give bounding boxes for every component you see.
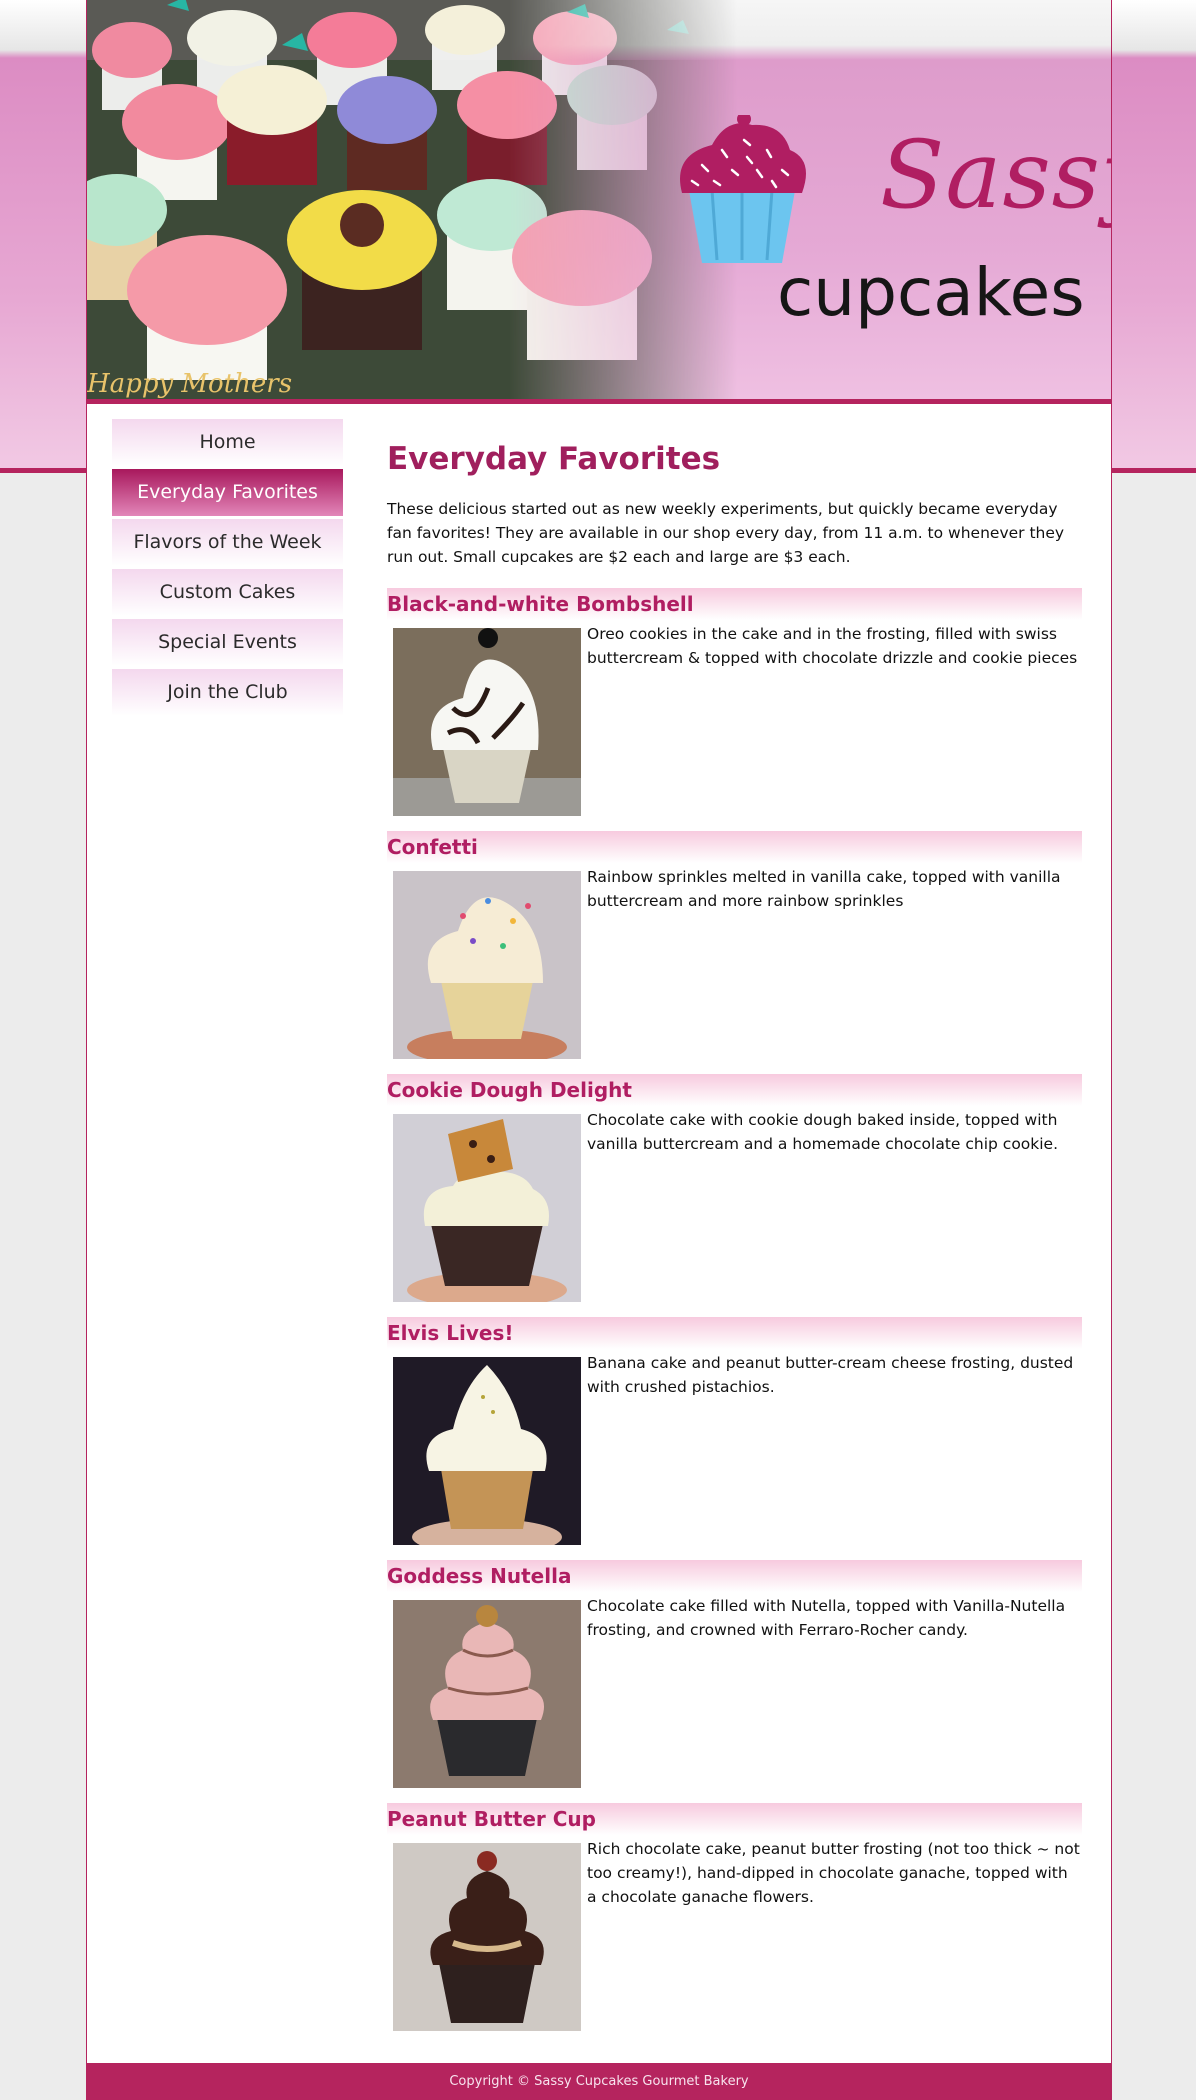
- logo-script-text: Sassy: [880, 121, 1111, 230]
- nav-item-flavors-of-the-week[interactable]: Flavors of the Week: [112, 519, 343, 566]
- cupcake-photo: [393, 1357, 581, 1545]
- nav-item-join-the-club[interactable]: Join the Club: [112, 669, 343, 716]
- nav-item-custom-cakes[interactable]: Custom Cakes: [112, 569, 343, 616]
- site-logo[interactable]: Sassy cupcakes: [672, 115, 1111, 355]
- sidebar-nav: Home Everyday Favorites Flavors of the W…: [112, 419, 343, 719]
- nav-item-special-events[interactable]: Special Events: [112, 619, 343, 666]
- copyright-text: Copyright © Sassy Cupcakes Gourmet Baker…: [449, 2074, 749, 2089]
- cupcake-item-title: Peanut Butter Cup: [387, 1803, 1082, 1835]
- header-cupcake-photo: Happy Mothers: [87, 0, 737, 399]
- cupcake-photo: [393, 1114, 581, 1302]
- cupcake-item: Peanut Butter Cup Rich chocolate cake, p…: [387, 1803, 1082, 2046]
- cupcake-item-description: Banana cake and peanut butter-cream chee…: [587, 1354, 1074, 1396]
- cupcake-photo: [393, 871, 581, 1059]
- page-wrapper: Happy Mothers Sass cupcakes Home Everyda…: [86, 0, 1112, 2100]
- cupcake-photo: [393, 1843, 581, 2031]
- cupcake-item-description: Chocolate cake with cookie dough baked i…: [587, 1111, 1059, 1153]
- page-title: Everyday Favorites: [387, 441, 721, 477]
- cupcake-item: Elvis Lives! Banana cake and peanut butt…: [387, 1317, 1082, 1560]
- cupcake-photo: [393, 1600, 581, 1788]
- cupcake-item-title: Goddess Nutella: [387, 1560, 1082, 1592]
- intro-text: These delicious started out as new weekl…: [387, 500, 1065, 566]
- cupcake-item-title: Cookie Dough Delight: [387, 1074, 1082, 1106]
- cupcake-photo: [393, 628, 581, 816]
- cupcake-item-description: Rainbow sprinkles melted in vanilla cake…: [587, 868, 1061, 910]
- cupcake-item-title: Elvis Lives!: [387, 1317, 1082, 1349]
- site-footer: Copyright © Sassy Cupcakes Gourmet Baker…: [87, 2063, 1111, 2100]
- cupcake-item: Confetti Rainbow sprinkles melted in van…: [387, 831, 1082, 1074]
- cupcake-item: Black-and-white Bombshell Oreo cookies i…: [387, 588, 1082, 831]
- photo-plaque-text: Happy Mothers: [87, 369, 292, 399]
- cupcake-item-title: Confetti: [387, 831, 1082, 863]
- cupcake-item: Cookie Dough Delight Chocolate cake with…: [387, 1074, 1082, 1317]
- nav-item-everyday-favorites[interactable]: Everyday Favorites: [112, 469, 343, 516]
- cupcake-logo-icon: [680, 115, 806, 263]
- cupcake-item: Goddess Nutella Chocolate cake filled wi…: [387, 1560, 1082, 1803]
- cupcake-item-description: Chocolate cake filled with Nutella, topp…: [587, 1597, 1066, 1639]
- cupcake-item-title: Black-and-white Bombshell: [387, 588, 1082, 620]
- main-content: Everyday Favorites These delicious start…: [387, 435, 1082, 2046]
- nav-item-home[interactable]: Home: [112, 419, 343, 466]
- logo-word-text: cupcakes: [777, 254, 1085, 331]
- cupcake-item-description: Rich chocolate cake, peanut butter frost…: [587, 1840, 1080, 1906]
- site-header: Happy Mothers Sass cupcakes: [87, 0, 1111, 404]
- cupcake-item-description: Oreo cookies in the cake and in the fros…: [587, 625, 1078, 667]
